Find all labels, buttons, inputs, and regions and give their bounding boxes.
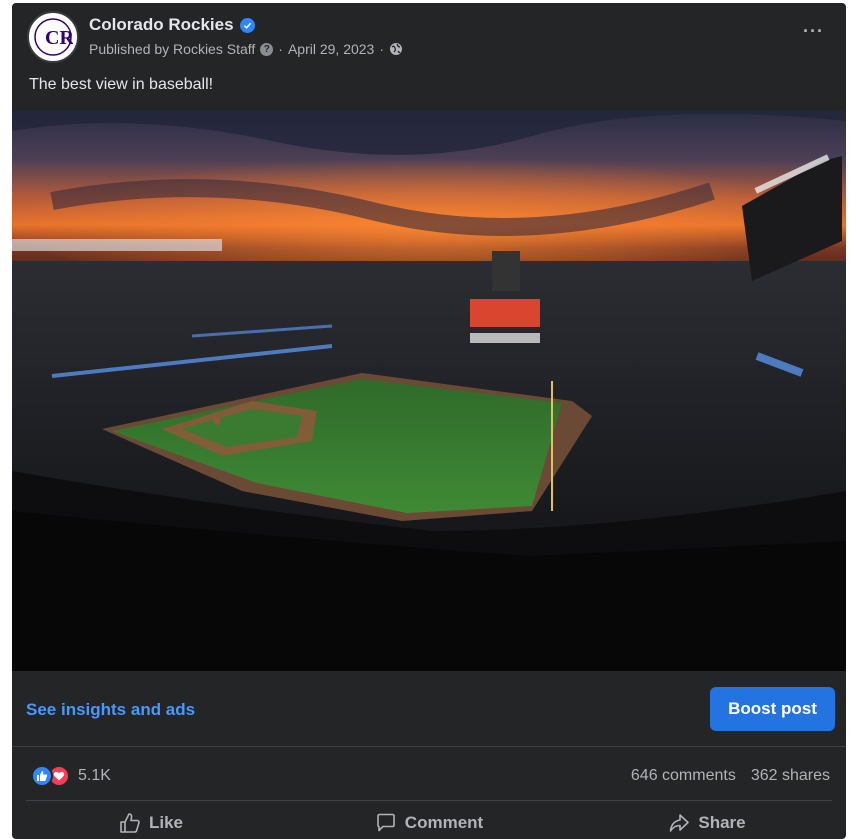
shares-count[interactable]: 362 shares bbox=[751, 767, 830, 785]
comment-label: Comment bbox=[404, 813, 484, 832]
engagement-counts: 646 comments 362 shares bbox=[631, 767, 830, 785]
post-caption: The best view in baseball! bbox=[29, 76, 214, 93]
info-icon[interactable]: ? bbox=[260, 42, 274, 56]
page-name[interactable]: Colorado Rockies bbox=[89, 15, 255, 35]
meta-separator-2: · bbox=[379, 41, 385, 57]
post-meta: Published by Rockies Staff ? · April 29,… bbox=[89, 41, 403, 57]
thumbs-up-icon bbox=[120, 813, 140, 833]
comment-button[interactable]: Comment bbox=[290, 803, 568, 839]
share-button[interactable]: Share bbox=[568, 803, 846, 839]
globe-icon bbox=[390, 43, 403, 55]
stadium-photo[interactable] bbox=[12, 111, 846, 671]
rockies-logo-icon: CR bbox=[34, 18, 73, 56]
boost-post-button[interactable]: Boost post bbox=[710, 687, 835, 731]
share-label: Share bbox=[698, 813, 746, 832]
post-header: CR Colorado Rockies Published by Rockies… bbox=[12, 3, 846, 103]
see-insights-link[interactable]: See insights and ads bbox=[26, 700, 195, 720]
like-button[interactable]: Like bbox=[12, 803, 290, 839]
post-date[interactable]: April 29, 2023 bbox=[288, 41, 374, 57]
like-label: Like bbox=[148, 813, 184, 832]
share-arrow-icon bbox=[670, 814, 690, 832]
comment-icon bbox=[376, 813, 395, 832]
stadium-photo-art bbox=[12, 111, 846, 671]
svg-text:CR: CR bbox=[45, 27, 73, 49]
reaction-count: 5.1K bbox=[78, 767, 111, 784]
comments-count[interactable]: 646 comments bbox=[631, 767, 736, 785]
reactions-summary[interactable]: 5.1K bbox=[31, 765, 111, 787]
page-avatar[interactable]: CR bbox=[27, 11, 79, 63]
verified-badge-icon bbox=[239, 17, 255, 33]
engagement-stats: 5.1K 646 comments 362 shares bbox=[12, 748, 846, 800]
insights-bar: See insights and ads Boost post bbox=[12, 671, 846, 747]
like-reaction-icon bbox=[31, 765, 53, 787]
more-options-icon[interactable]: ··· bbox=[803, 21, 824, 42]
published-by: Published by Rockies Staff bbox=[89, 41, 256, 57]
meta-separator: · bbox=[278, 41, 283, 57]
actions-divider bbox=[26, 800, 832, 801]
post-actions: Like Comment Share bbox=[12, 803, 846, 839]
post-card: CR Colorado Rockies Published by Rockies… bbox=[12, 3, 846, 839]
page-name-text[interactable]: Colorado Rockies bbox=[89, 15, 234, 35]
